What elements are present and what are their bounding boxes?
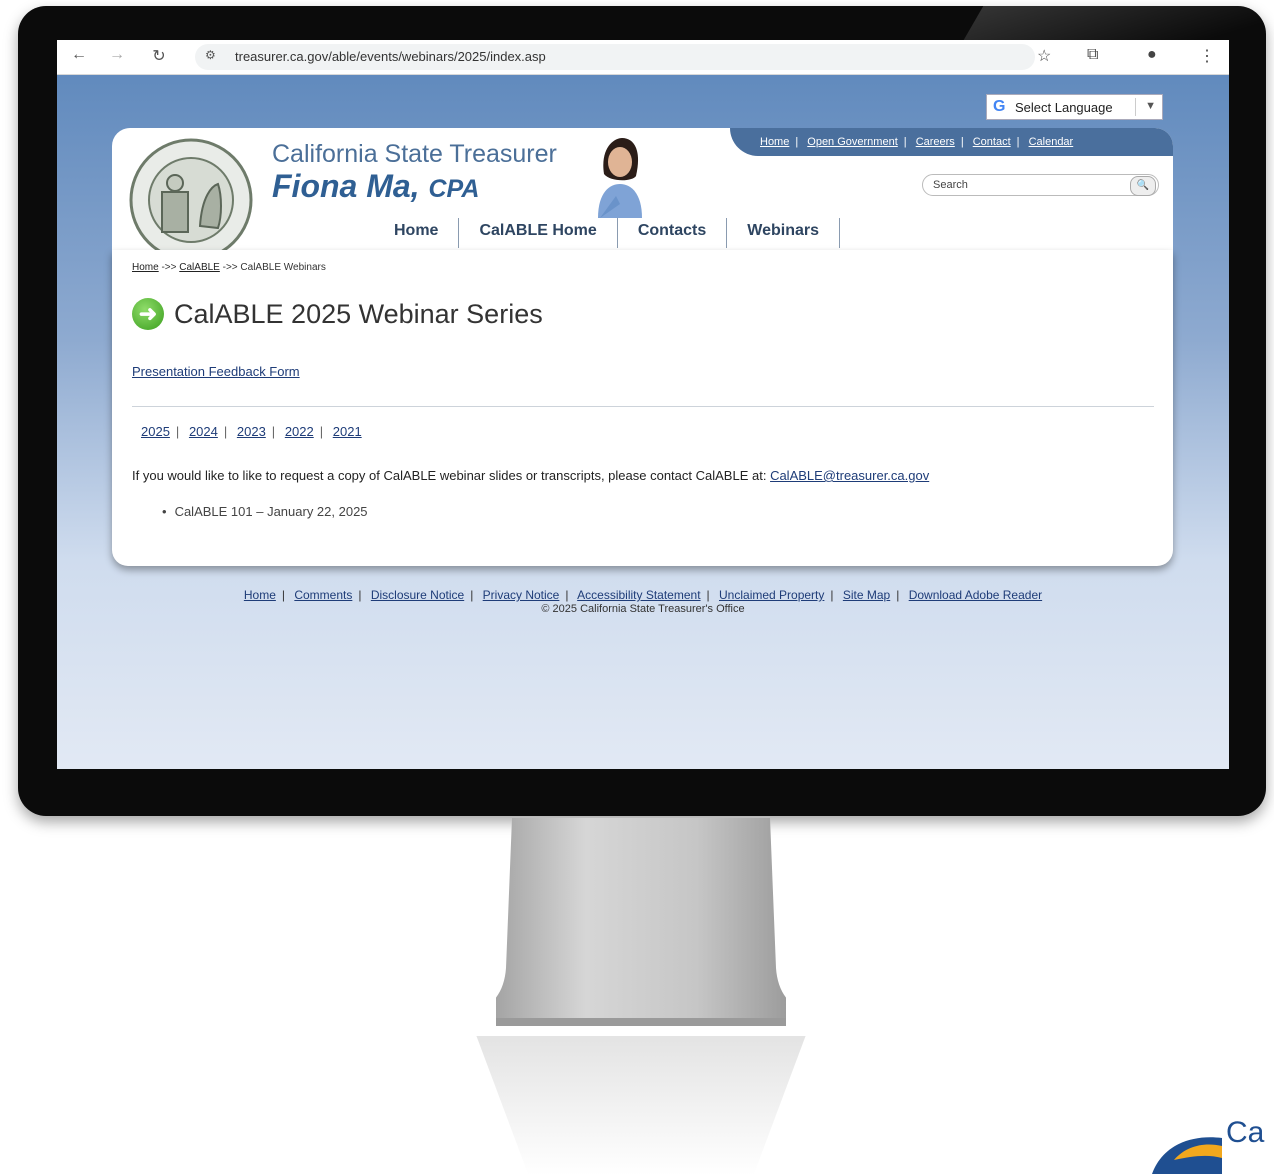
dropdown-arrow-icon[interactable]: ▼	[1145, 100, 1156, 112]
site-settings-icon[interactable]: ⚙	[205, 48, 216, 62]
footer-link-comments[interactable]: Comments	[294, 588, 352, 602]
extensions-puzzle-icon[interactable]: ⧉	[1087, 46, 1098, 64]
nav-pipe: |	[1016, 136, 1020, 148]
webinar-item: CalABLE 101 – January 22, 2025	[174, 504, 368, 519]
year-pipe: |	[271, 424, 276, 439]
year-pipe: |	[175, 424, 180, 439]
year-link-2022[interactable]: 2022	[285, 424, 314, 439]
treasurer-name-text: Fiona Ma,	[272, 168, 420, 204]
green-arrow-icon: ➜	[132, 298, 164, 330]
monitor-stand	[496, 818, 786, 1026]
search-input[interactable]: Search	[933, 179, 968, 191]
search-icon[interactable]: 🔍	[1130, 176, 1156, 196]
treasurer-credential: CPA	[428, 175, 480, 203]
year-link-2025[interactable]: 2025	[141, 424, 170, 439]
browser-window: ← → ↻ ⚙ treasurer.ca.gov/able/events/web…	[57, 40, 1229, 769]
copyright: © 2025 California State Treasurer's Offi…	[541, 603, 745, 615]
breadcrumb-separator: ->>	[161, 262, 177, 273]
brand-swoosh-icon	[1152, 1137, 1222, 1174]
footer-link-accessibility[interactable]: Accessibility Statement	[577, 588, 700, 602]
utility-link-contact[interactable]: Contact	[973, 136, 1011, 148]
search-box[interactable]: Search 🔍	[922, 174, 1159, 196]
browser-toolbar: ← → ↻ ⚙ treasurer.ca.gov/able/events/web…	[57, 40, 1229, 75]
translate-divider	[1135, 98, 1136, 116]
utility-link-calendar[interactable]: Calendar	[1029, 136, 1074, 148]
footer-link-privacy[interactable]: Privacy Notice	[483, 588, 560, 602]
utility-link-open-government[interactable]: Open Government	[807, 136, 898, 148]
main-nav-calable-home[interactable]: CalABLE Home	[459, 218, 618, 248]
kebab-menu-icon[interactable]: ⋮	[1199, 46, 1215, 66]
utility-link-home[interactable]: Home	[760, 136, 789, 148]
footer-link-site-map[interactable]: Site Map	[843, 588, 890, 602]
year-link-2023[interactable]: 2023	[237, 424, 266, 439]
reload-icon[interactable]: ↻	[149, 46, 169, 66]
utility-link-careers[interactable]: Careers	[916, 136, 955, 148]
site-header: Home | Open Government | Careers | Contact |…	[112, 128, 1173, 253]
utility-nav: Home | Open Government | Careers | Contact |…	[760, 136, 1073, 148]
footer-link-home[interactable]: Home	[244, 588, 276, 602]
forward-arrow-icon[interactable]: →	[107, 46, 127, 64]
state-treasurer-seal-logo[interactable]	[118, 136, 264, 253]
presentation-feedback-link[interactable]: Presentation Feedback Form	[132, 364, 300, 379]
footer-link-unclaimed-property[interactable]: Unclaimed Property	[719, 588, 824, 602]
monitor: ← → ↻ ⚙ treasurer.ca.gov/able/events/web…	[18, 6, 1266, 816]
breadcrumb-calable[interactable]: CalABLE	[179, 262, 220, 273]
nav-pipe: |	[795, 136, 799, 148]
year-links: 2025 | 2024 | 2023 | 2022 | 2021	[141, 424, 362, 439]
page-heading: ➜ CalABLE 2025 Webinar Series	[132, 298, 543, 330]
main-nav-contacts[interactable]: Contacts	[618, 218, 728, 248]
year-link-2021[interactable]: 2021	[333, 424, 362, 439]
url-text[interactable]: treasurer.ca.gov/able/events/webinars/20…	[235, 49, 546, 64]
calable-email-link[interactable]: CalABLE@treasurer.ca.gov	[770, 468, 929, 483]
list-item: • CalABLE 101 – January 22, 2025	[162, 504, 368, 519]
footer-pipe: |	[896, 588, 900, 602]
nav-pipe: |	[960, 136, 964, 148]
site-title[interactable]: California State Treasurer	[272, 140, 557, 169]
footer-pipe: |	[830, 588, 834, 602]
footer-pipe: |	[470, 588, 474, 602]
back-arrow-icon[interactable]: ←	[69, 46, 89, 64]
google-translate-select[interactable]: G Select Language ▼	[986, 94, 1163, 120]
page-title: CalABLE 2025 Webinar Series	[174, 298, 543, 329]
footer-pipe: |	[706, 588, 710, 602]
footer-links: Home | Comments | Disclosure Notice | Priva…	[57, 588, 1229, 602]
bullet-dot: •	[162, 504, 167, 519]
year-link-2024[interactable]: 2024	[189, 424, 218, 439]
profile-avatar-icon[interactable]: ●	[1147, 46, 1157, 64]
translate-label: Select Language	[1015, 100, 1113, 115]
treasurer-portrait	[598, 138, 642, 218]
year-pipe: |	[223, 424, 228, 439]
utility-nav-bar: Home | Open Government | Careers | Contact |…	[730, 128, 1173, 156]
breadcrumb-current: CalABLE Webinars	[240, 262, 326, 273]
main-content: Home ->> CalABLE ->> CalABLE Webinars ➜ …	[112, 250, 1173, 566]
google-g-icon: G	[993, 98, 1006, 115]
treasurer-name[interactable]: Fiona Ma, CPA	[272, 168, 479, 205]
nav-pipe: |	[903, 136, 907, 148]
request-info-text: If you would like to like to request a c…	[132, 468, 767, 483]
breadcrumb-separator: ->>	[222, 262, 238, 273]
main-nav: Home CalABLE Home Contacts Webinars	[374, 218, 840, 248]
address-bar[interactable]: ⚙ treasurer.ca.gov/able/events/webinars/…	[195, 44, 1035, 70]
footer-link-disclosure[interactable]: Disclosure Notice	[371, 588, 464, 602]
footer-pipe: |	[358, 588, 362, 602]
breadcrumb-home[interactable]: Home	[132, 262, 159, 273]
request-info: If you would like to like to request a c…	[132, 468, 929, 483]
bookmark-star-icon[interactable]: ☆	[1037, 46, 1051, 66]
stand-reflection	[476, 1036, 806, 1176]
footer-pipe: |	[281, 588, 285, 602]
calable-brand-logo: Ca	[1146, 1116, 1274, 1176]
footer-pipe: |	[565, 588, 569, 602]
main-nav-home[interactable]: Home	[374, 218, 460, 248]
main-nav-webinars[interactable]: Webinars	[727, 218, 840, 248]
year-pipe: |	[319, 424, 324, 439]
breadcrumb: Home ->> CalABLE ->> CalABLE Webinars	[132, 262, 326, 273]
brand-text: Ca	[1226, 1116, 1265, 1149]
footer-link-adobe-reader[interactable]: Download Adobe Reader	[909, 588, 1042, 602]
divider	[132, 406, 1154, 407]
